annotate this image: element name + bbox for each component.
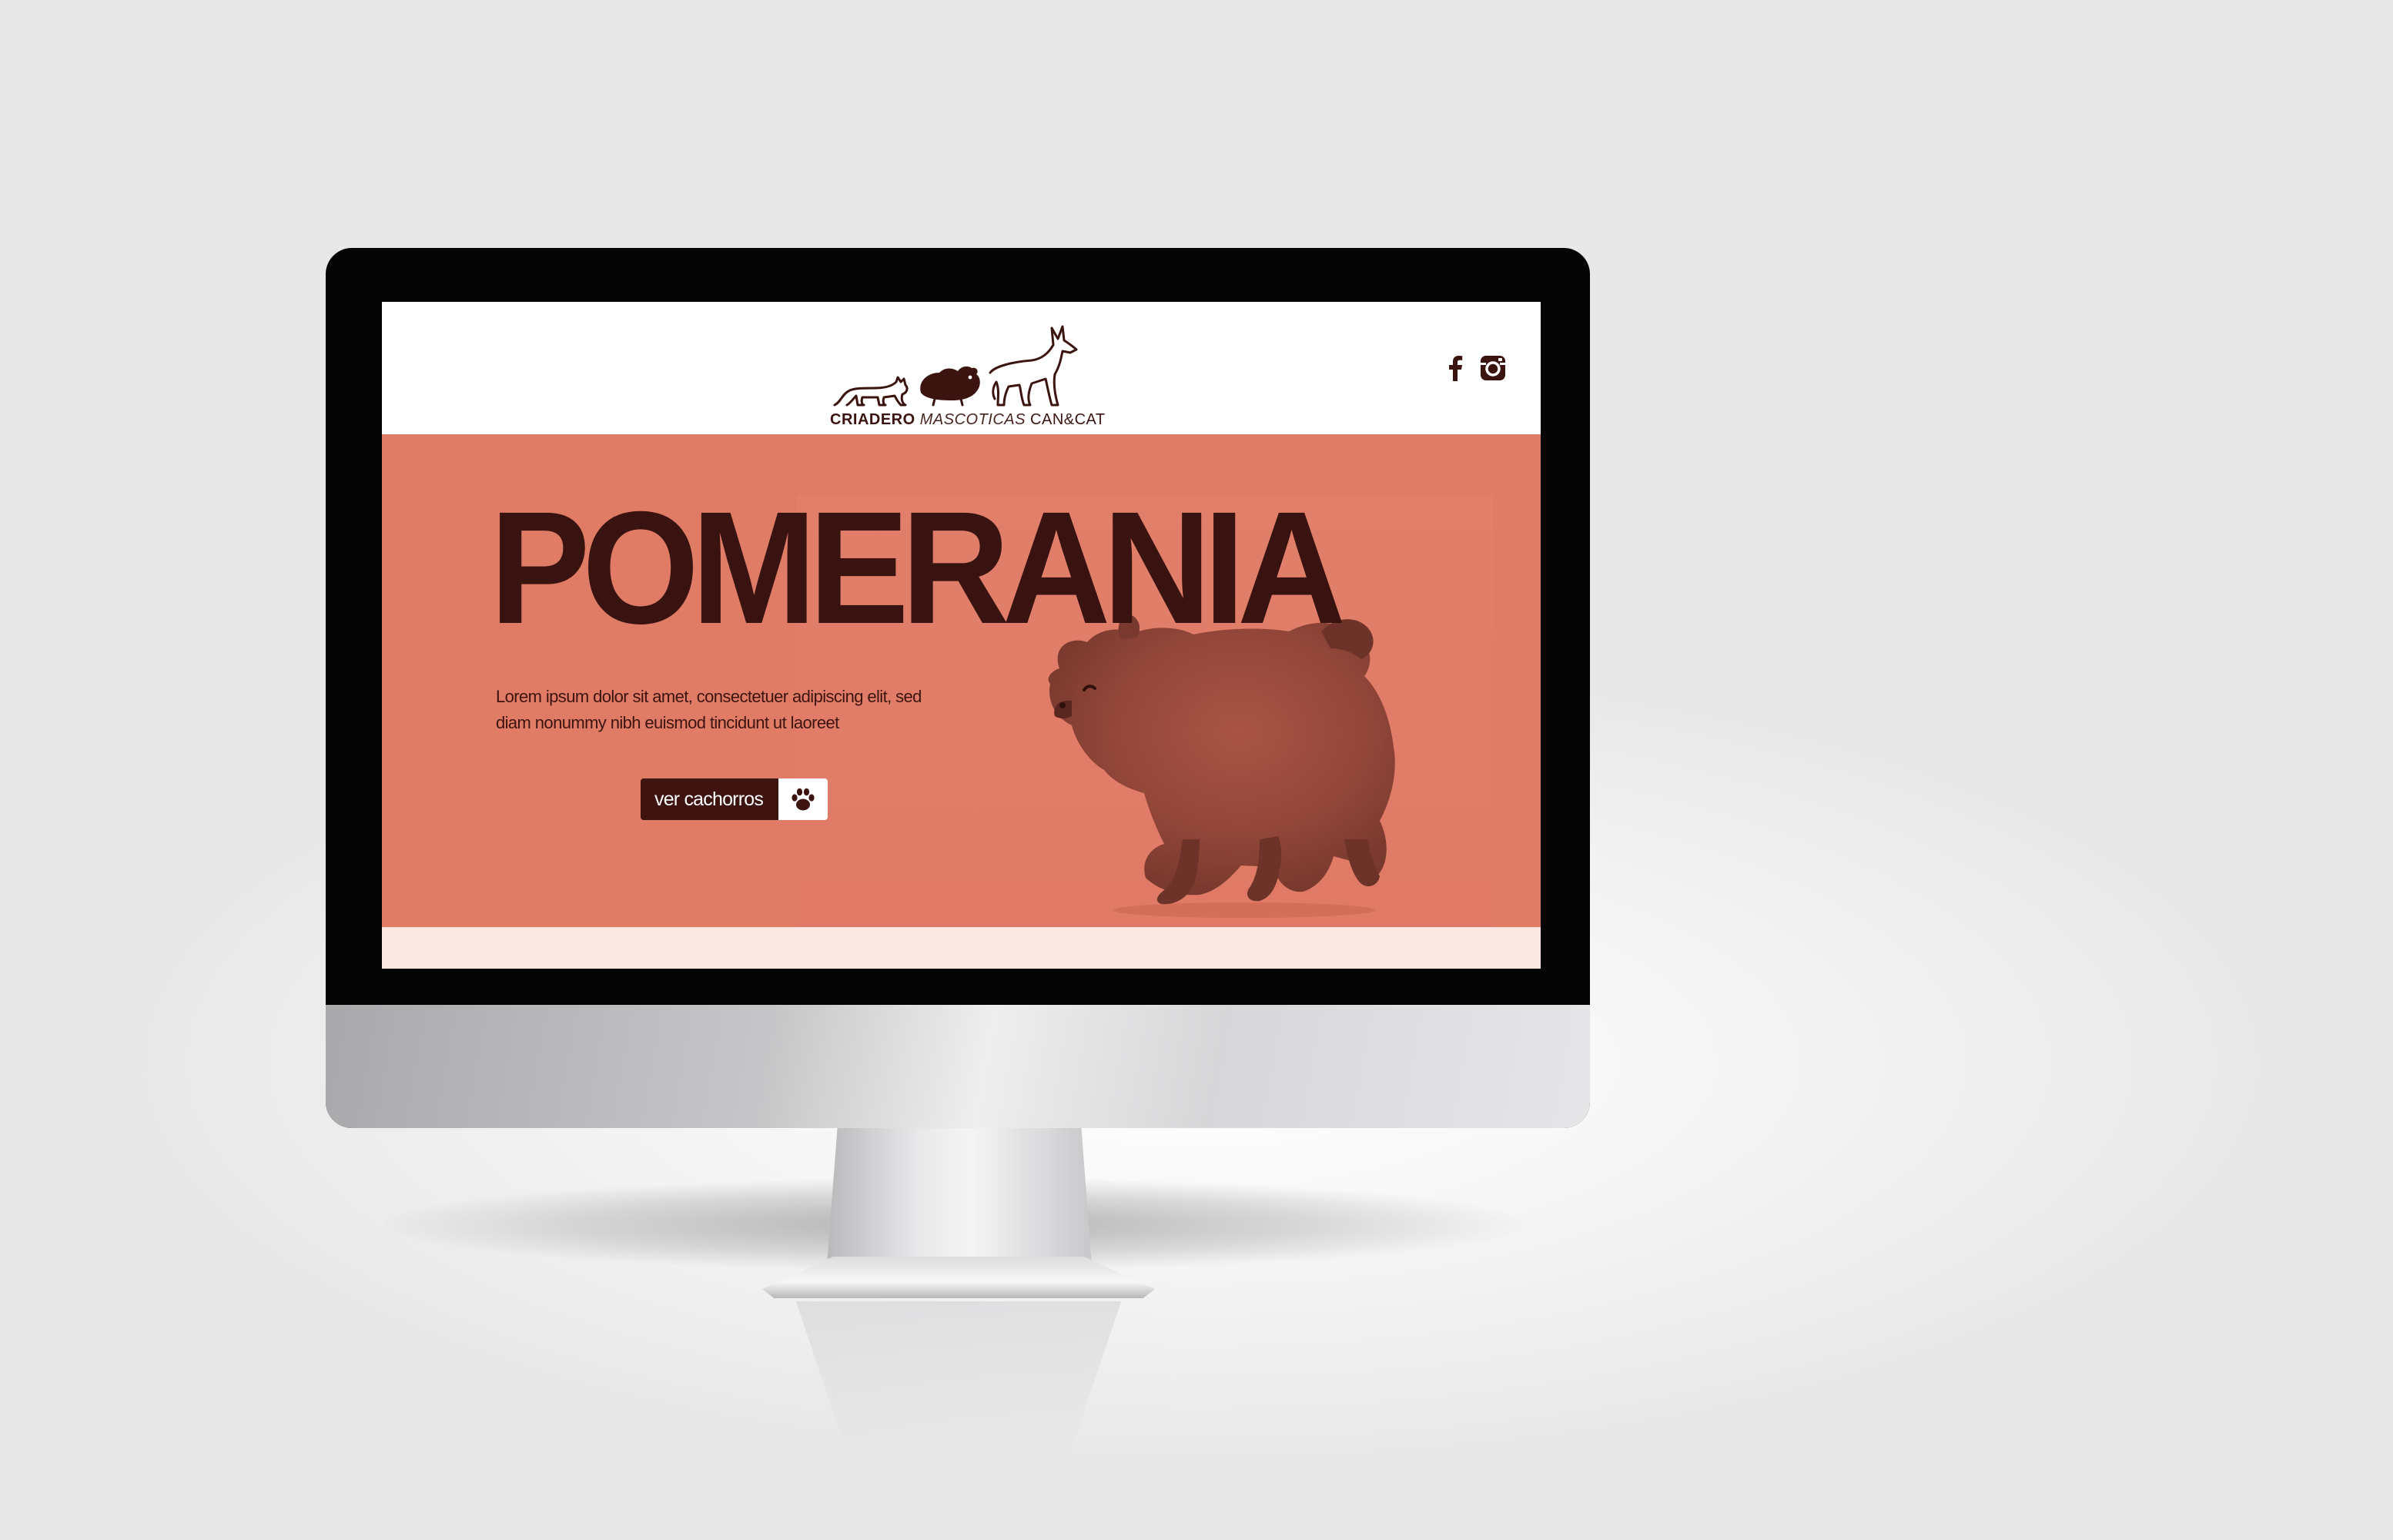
logo-animals-art (833, 325, 1078, 407)
logo-wordmark: CRIADERO MASCOTICAS CAN&CAT (830, 411, 1105, 429)
website-screen: CRIADERO MASCOTICAS CAN&CAT POMERANIA Lo… (382, 302, 1541, 969)
logo-word-cancat: CAN&CAT (1030, 411, 1106, 428)
paw-icon (778, 778, 828, 820)
stand-reflection (795, 1301, 1122, 1455)
hero-description: Lorem ipsum dolor sit amet, consectetuer… (496, 687, 922, 732)
hero-banner: POMERANIA Lorem ipsum dolor sit amet, co… (382, 434, 1541, 927)
monitor-frame: CRIADERO MASCOTICAS CAN&CAT POMERANIA Lo… (326, 248, 1590, 1128)
next-section-strip (382, 927, 1541, 969)
guinea-pig-icon (920, 366, 980, 407)
monitor-stand-base (762, 1257, 1155, 1298)
logo-word-mascoticas: MASCOTICAS (919, 411, 1026, 428)
site-header: CRIADERO MASCOTICAS CAN&CAT (382, 302, 1541, 434)
brand-logo[interactable]: CRIADERO MASCOTICAS CAN&CAT (830, 313, 1105, 429)
logo-word-criadero: CRIADERO (830, 411, 915, 428)
social-links (1447, 354, 1507, 382)
ver-cachorros-label: ver cachorros (641, 778, 779, 820)
instagram-icon[interactable] (1479, 354, 1507, 382)
hero-title: POMERANIA (490, 479, 1346, 658)
dog-icon (989, 325, 1078, 407)
ver-cachorros-button[interactable]: ver cachorros (641, 778, 828, 820)
facebook-icon[interactable] (1447, 355, 1464, 381)
cat-icon (833, 376, 909, 407)
monitor-chin (326, 1005, 1590, 1128)
monitor-stand-neck (827, 1126, 1092, 1264)
